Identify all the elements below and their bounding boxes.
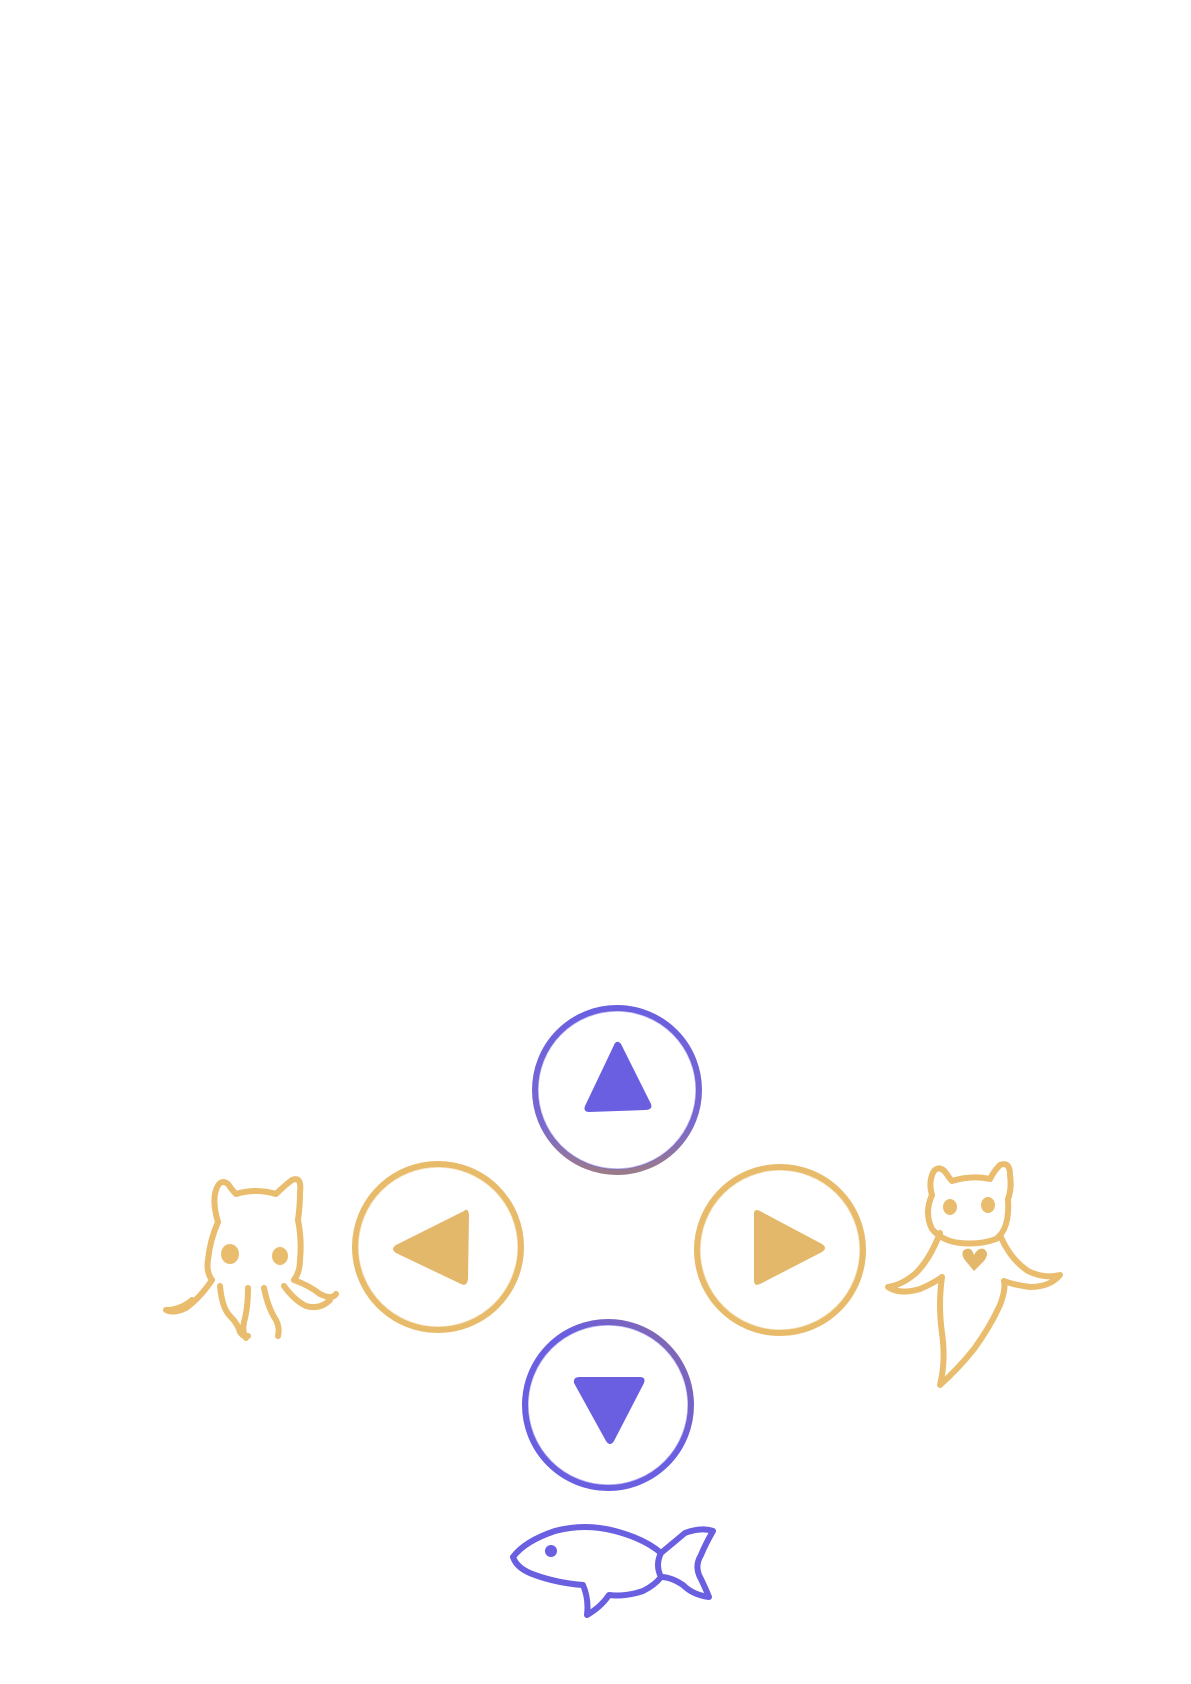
down-button[interactable]: [518, 1315, 698, 1495]
ghost-cat-left-eye: [943, 1199, 957, 1215]
triangle-left-icon: [393, 1209, 469, 1285]
play-area: [0, 0, 1191, 960]
triangle-right-icon: [754, 1210, 825, 1285]
triangle-down-icon: [573, 1377, 645, 1444]
octopus-character: [160, 1160, 360, 1360]
fish-eye: [545, 1545, 557, 1557]
octopus-left-eye: [221, 1244, 239, 1264]
ghost-cat-right-eye: [981, 1197, 995, 1213]
right-button-graphic: [694, 1164, 866, 1336]
up-button-graphic: [532, 1005, 702, 1175]
triangle-up-icon: [584, 1041, 652, 1112]
heart-icon: [962, 1248, 987, 1271]
ghost-cat-icon: [885, 1161, 1063, 1388]
octopus-right-eye: [272, 1247, 288, 1265]
fish-character: [505, 1515, 725, 1635]
fish-icon: [510, 1524, 716, 1618]
up-button[interactable]: [527, 1000, 707, 1180]
left-button-graphic: [352, 1161, 524, 1333]
game-screen: [0, 0, 1191, 1684]
left-button[interactable]: [348, 1157, 528, 1337]
down-button-graphic: [522, 1319, 694, 1491]
right-button[interactable]: [690, 1160, 870, 1340]
ghost-cat-character: [880, 1155, 1080, 1395]
octopus-icon: [163, 1176, 339, 1341]
